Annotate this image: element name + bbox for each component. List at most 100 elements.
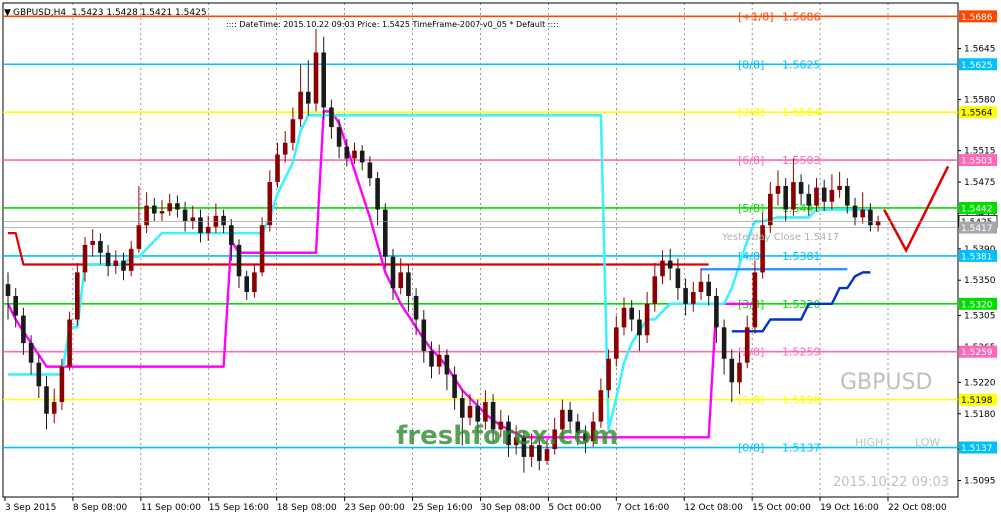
time-tick-label: 23 Sep 00:00	[345, 503, 405, 513]
candle-body	[252, 272, 257, 293]
watermark-low: LOW	[915, 436, 940, 449]
watermark-symbol: GBPUSD	[840, 370, 932, 395]
time-tick-label: 30 Sep 08:00	[480, 503, 540, 513]
candle-body	[121, 260, 126, 271]
candle-body	[390, 256, 396, 289]
candle-body	[714, 295, 719, 328]
murrey-name: [+1/8]	[738, 10, 774, 23]
price-tag-label: 1.5137	[961, 444, 993, 454]
candle-body	[344, 146, 350, 159]
candle-body	[36, 362, 42, 387]
price-tick-label: 1.5095	[964, 477, 996, 487]
candle-body	[159, 211, 165, 214]
candle-body	[775, 185, 781, 194]
candle-body	[429, 350, 434, 367]
candle-body	[267, 182, 273, 226]
price-tag-label: 1.5198	[961, 396, 993, 406]
price-tick-label: 1.5580	[964, 96, 996, 106]
candle-body	[814, 187, 819, 206]
candle-body	[198, 217, 203, 234]
candle-body	[798, 182, 804, 194]
murrey-value: 1.5686	[782, 10, 821, 23]
watermark-high: HIGH	[855, 436, 883, 449]
candle-body	[829, 189, 835, 202]
candle-body	[329, 107, 334, 128]
candle-body	[352, 150, 357, 159]
candle-body	[567, 409, 573, 422]
price-tick-label: 1.5305	[964, 312, 996, 322]
candle-body	[336, 127, 342, 147]
chart-ohlc: 1.5423 1.5428 1.5421 1.5425	[72, 8, 207, 18]
candle-body	[483, 401, 488, 422]
candle-body	[706, 281, 711, 296]
candle-body	[460, 398, 465, 418]
candle-body	[783, 185, 788, 210]
candle-body	[359, 150, 365, 163]
candle-body	[629, 307, 634, 320]
time-tick-label: 18 Sep 08:00	[277, 503, 337, 513]
candle-body	[875, 221, 881, 226]
price-tag-label: 1.5503	[961, 157, 993, 167]
time-tick-label: 11 Sep 00:00	[141, 503, 201, 513]
time-tick-label: 12 Oct 08:00	[684, 503, 743, 513]
candle-body	[306, 91, 311, 104]
candle-body	[637, 319, 642, 336]
candle-body	[444, 354, 450, 375]
candle-body	[182, 209, 188, 222]
candle-body	[244, 276, 249, 293]
candle-body	[737, 362, 742, 383]
murrey-name: [0/8]	[738, 442, 764, 455]
candle-body	[452, 374, 457, 399]
candle-body	[113, 260, 119, 267]
murrey-value: 1.5503	[782, 154, 821, 167]
candle-body	[791, 182, 796, 210]
candle-body	[59, 366, 65, 402]
candle-body	[837, 185, 842, 190]
candle-body	[175, 203, 180, 210]
candle-body	[421, 319, 427, 351]
candle-body	[236, 244, 242, 277]
candle-body	[167, 203, 172, 212]
murrey-value: 1.5564	[782, 106, 821, 119]
candle-body	[75, 272, 80, 320]
watermark-brand: freshforex.com	[396, 421, 618, 451]
candle-body	[752, 272, 758, 328]
price-tick-label: 1.5180	[964, 410, 996, 420]
candle-body	[67, 319, 72, 367]
candle-body	[606, 358, 611, 391]
candle-body	[136, 225, 142, 249]
chart-title-arrow: ▼	[4, 8, 11, 18]
price-tick-label: 1.5220	[964, 378, 996, 388]
candle-body	[221, 215, 226, 226]
murrey-name: [7/8]	[738, 106, 764, 119]
chart-root: [+1/8] 1.5686 [8/8] 1.5625 [7/8] 1.5564 [6/8] 1…	[0, 0, 1001, 516]
candle-body	[383, 209, 388, 257]
candle-body	[44, 386, 49, 414]
price-tag-label: 1.5442	[961, 204, 993, 214]
candle-body	[82, 244, 88, 273]
time-tick-label: 5 Oct 00:00	[548, 503, 601, 513]
candle-body	[105, 252, 111, 267]
candle-body	[413, 295, 419, 320]
candle-body	[667, 260, 673, 269]
time-tick-label: 25 Sep 16:00	[413, 503, 473, 513]
candle-body	[28, 343, 34, 363]
price-tag-label: 1.5381	[961, 252, 993, 262]
candle-body	[675, 268, 681, 289]
time-tick-label: 7 Oct 16:00	[616, 503, 669, 513]
candle-body	[721, 327, 727, 359]
candle-body	[614, 327, 619, 359]
candle-body	[275, 154, 280, 183]
chart-symbol: GBPUSD,H4	[13, 8, 66, 18]
price-tag-label: 1.5625	[961, 61, 993, 71]
price-tick-label: 1.5645	[964, 45, 996, 55]
candle-body	[806, 193, 812, 206]
murrey-name: [1/8]	[738, 394, 764, 407]
candle-body	[290, 119, 296, 143]
candle-body	[744, 327, 750, 363]
time-tick-label: 15 Oct 00:00	[752, 503, 811, 513]
candle-body	[845, 185, 850, 206]
candle-body	[621, 307, 627, 328]
murrey-name: [5/8]	[738, 202, 764, 215]
yesterday-close-label: Yesterday Close 1.5417	[721, 232, 839, 243]
